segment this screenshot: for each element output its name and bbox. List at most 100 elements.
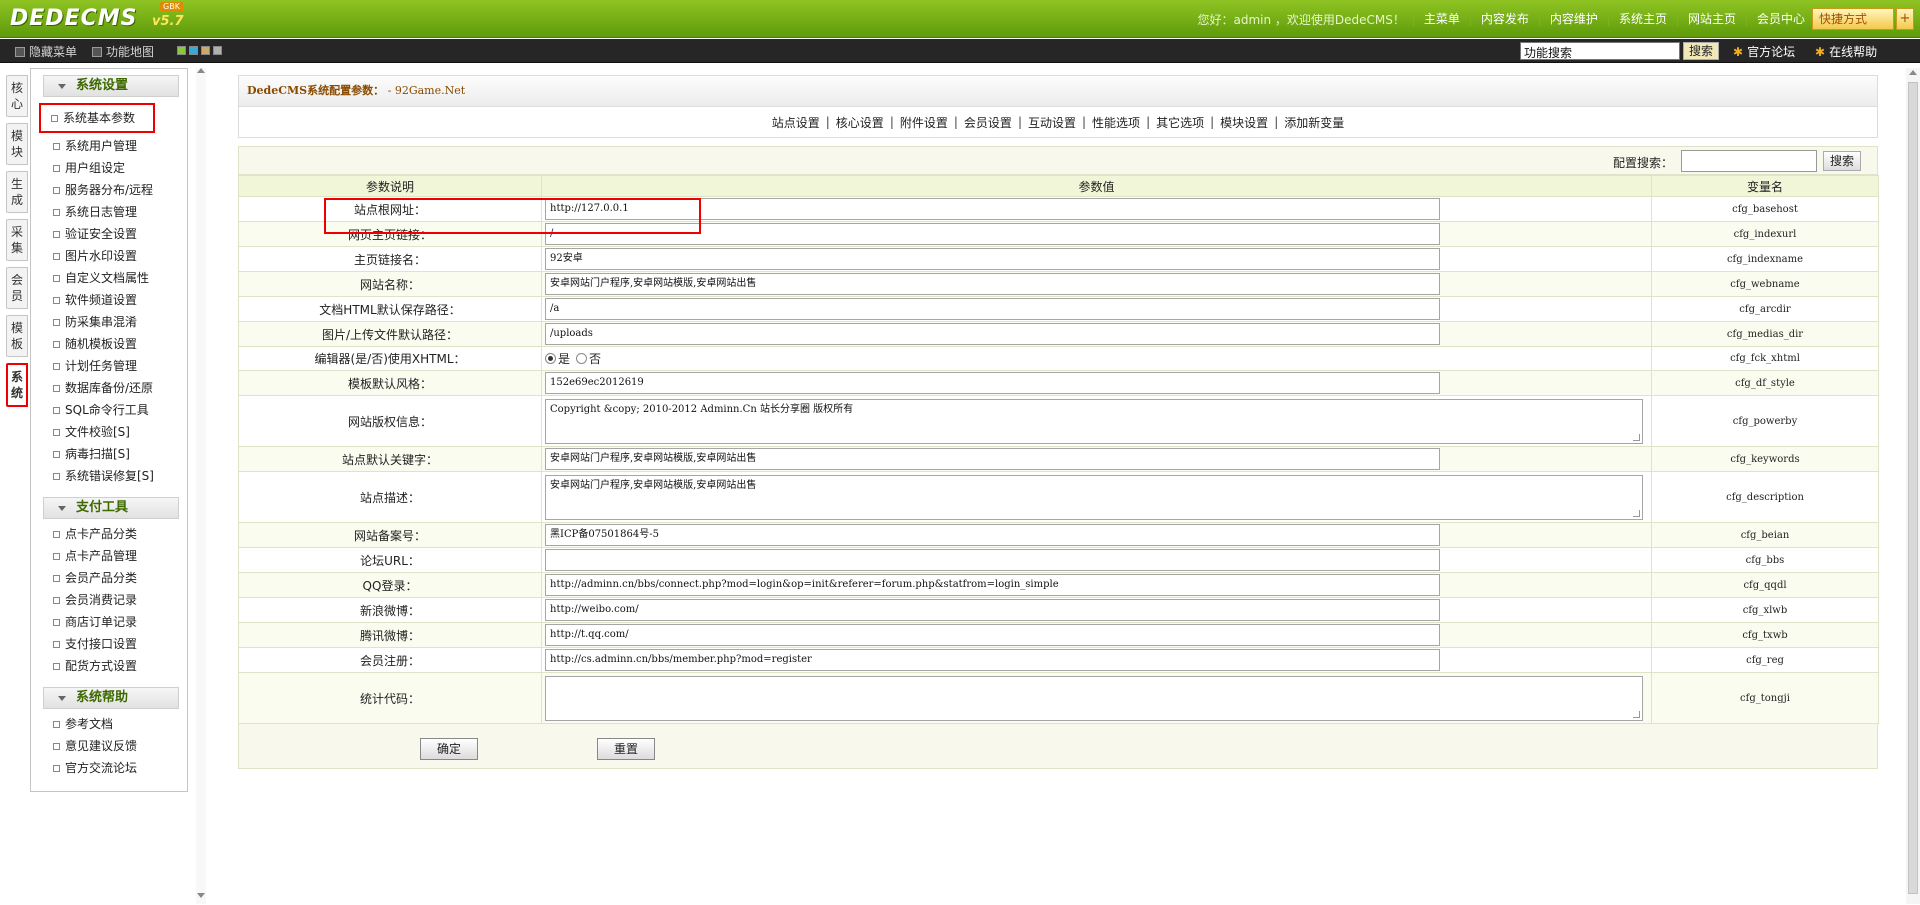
param-input[interactable]: 92安卓 (545, 248, 1440, 270)
config-tab[interactable]: 性能选项 (1086, 114, 1146, 131)
greeting-text: 您好：admin ，欢迎使用DedeCMS！ (1197, 12, 1405, 27)
nav-member-center[interactable]: 会员中心 (1745, 12, 1815, 26)
param-input[interactable] (545, 549, 1440, 571)
vtab-template[interactable]: 模板 (6, 315, 28, 357)
menu-item[interactable]: 系统用户管理 (31, 135, 187, 157)
function-search-input[interactable]: 功能搜索 (1520, 42, 1680, 60)
menu-section-system-help[interactable]: 系统帮助 (43, 687, 179, 709)
menu-item[interactable]: 软件频道设置 (31, 289, 187, 311)
param-input[interactable]: /uploads (545, 323, 1440, 345)
version-label: v5.7 (152, 14, 184, 29)
param-value-cell: / (541, 221, 1652, 247)
vtab-system[interactable]: 系统 (6, 363, 28, 407)
config-search-button[interactable]: 搜索 (1823, 151, 1861, 171)
hide-menu-button[interactable]: 隐藏菜单 (15, 43, 77, 60)
config-tab[interactable]: 会员设置 (958, 114, 1018, 131)
config-tab[interactable]: 添加新变量 (1278, 114, 1350, 131)
menu-item[interactable]: 随机模板设置 (31, 333, 187, 355)
param-input[interactable]: http://adminn.cn/bbs/connect.php?mod=log… (545, 574, 1440, 596)
nav-site-home[interactable]: 网站主页 (1676, 12, 1746, 26)
vtab-module[interactable]: 模块 (6, 123, 28, 165)
param-input[interactable]: /a (545, 298, 1440, 320)
menu-item[interactable]: 用户组设定 (31, 157, 187, 179)
menu-item[interactable]: 配货方式设置 (31, 655, 187, 677)
menu-item[interactable]: 官方交流论坛 (31, 757, 187, 779)
menu-item[interactable]: 会员产品分类 (31, 567, 187, 589)
radio-button-icon[interactable] (545, 353, 556, 364)
nav-system-home[interactable]: 系统主页 (1607, 12, 1677, 26)
param-input[interactable]: http://weibo.com/ (545, 599, 1440, 621)
param-input[interactable]: 黑ICP备07501864号-5 (545, 524, 1440, 546)
param-label: 统计代码： (238, 672, 542, 724)
quick-add-button[interactable]: + (1896, 8, 1914, 30)
function-search-button[interactable]: 搜索 (1683, 42, 1719, 60)
menu-item[interactable]: 支付接口设置 (31, 633, 187, 655)
confirm-button[interactable]: 确定 (420, 738, 478, 760)
scroll-down-icon[interactable] (197, 893, 205, 898)
menu-item[interactable]: 验证安全设置 (31, 223, 187, 245)
config-tab[interactable]: 模块设置 (1214, 114, 1274, 131)
menu-item[interactable]: 意见建议反馈 (31, 735, 187, 757)
param-textarea[interactable]: Copyright &copy; 2010-2012 Adminn.Cn 站长分… (545, 398, 1643, 444)
config-tab[interactable]: 附件设置 (894, 114, 954, 131)
param-input[interactable]: 152e69ec2012619 (545, 372, 1440, 394)
function-map-button[interactable]: 功能地图 (92, 43, 154, 60)
vtab-member[interactable]: 会员 (6, 267, 28, 309)
skin-swatch-gray[interactable] (213, 46, 222, 55)
menu-item[interactable]: 病毒扫描[S] (31, 443, 187, 465)
param-textarea[interactable]: 安卓网站门户程序,安卓网站模版,安卓网站出售 (545, 474, 1643, 520)
param-input[interactable]: http://t.qq.com/ (545, 624, 1440, 646)
config-tab[interactable]: 站点设置 (766, 114, 826, 131)
menu-item[interactable]: 数据库备份/还原 (31, 377, 187, 399)
config-tab[interactable]: 其它选项 (1150, 114, 1210, 131)
param-input[interactable]: 安卓网站门户程序,安卓网站模版,安卓网站出售 (545, 273, 1440, 295)
radio-button-icon[interactable] (576, 353, 588, 364)
menu-item[interactable]: 点卡产品分类 (31, 523, 187, 545)
param-input[interactable]: 安卓网站门户程序,安卓网站模版,安卓网站出售 (545, 448, 1440, 470)
online-help-link[interactable]: ✱ 在线帮助 (1815, 43, 1877, 60)
official-forum-link[interactable]: ✱ 官方论坛 (1733, 43, 1795, 60)
menu-item[interactable]: 文件校验[S] (31, 421, 187, 443)
param-input[interactable]: / (545, 223, 1440, 245)
xhtml-radio-option[interactable]: 是 (545, 350, 570, 367)
menu-item[interactable]: 参考文档 (31, 713, 187, 735)
menu-item[interactable]: 服务器分布/远程 (31, 179, 187, 201)
quick-menu-button[interactable]: 快捷方式 (1812, 8, 1894, 30)
menu-item[interactable]: 计划任务管理 (31, 355, 187, 377)
skin-swatch-blue[interactable] (189, 46, 198, 55)
menu-item[interactable]: 自定义文档属性 (31, 267, 187, 289)
menu-item[interactable]: 防采集串混淆 (31, 311, 187, 333)
menu-item[interactable]: 图片水印设置 (31, 245, 187, 267)
vtab-generate[interactable]: 生成 (6, 171, 28, 213)
page-scroll-thumb[interactable] (1908, 82, 1918, 894)
vtab-collect[interactable]: 采集 (6, 219, 28, 261)
menu-item[interactable]: 系统日志管理 (31, 201, 187, 223)
nav-main-menu[interactable]: 主菜单 (1412, 12, 1470, 26)
param-input[interactable]: http://127.0.0.1 (545, 198, 1440, 220)
menu-section-payment-tools[interactable]: 支付工具 (43, 497, 179, 519)
menu-scrollbar[interactable] (196, 68, 206, 904)
page-scroll-up-icon[interactable] (1909, 70, 1917, 75)
config-search-input[interactable] (1681, 150, 1817, 172)
vtab-core[interactable]: 核心 (6, 75, 28, 117)
menu-item[interactable]: 商店订单记录 (31, 611, 187, 633)
menu-item-basic-params[interactable]: 系统基本参数 (39, 103, 155, 133)
nav-content-maintain[interactable]: 内容维护 (1538, 12, 1608, 26)
reset-button[interactable]: 重置 (597, 738, 655, 760)
config-tab[interactable]: 互动设置 (1022, 114, 1082, 131)
menu-item[interactable]: 点卡产品管理 (31, 545, 187, 567)
menu-item[interactable]: 会员消费记录 (31, 589, 187, 611)
nav-content-publish[interactable]: 内容发布 (1469, 12, 1539, 26)
menu-item[interactable]: SQL命令行工具 (31, 399, 187, 421)
param-textarea[interactable] (545, 675, 1643, 721)
menu-item[interactable]: 系统错误修复[S] (31, 465, 187, 487)
skin-swatch-green[interactable] (177, 46, 186, 55)
skin-swatch-tan[interactable] (201, 46, 210, 55)
scroll-up-icon[interactable] (197, 68, 205, 73)
page-scrollbar[interactable] (1906, 68, 1920, 904)
xhtml-radio-option[interactable]: 否 (576, 350, 601, 367)
config-tab[interactable]: 核心设置 (830, 114, 890, 131)
param-input[interactable]: http://cs.adminn.cn/bbs/member.php?mod=r… (545, 649, 1440, 671)
menu-section-system-settings[interactable]: 系统设置 (43, 75, 179, 97)
sub-toolbar: 隐藏菜单 功能地图 功能搜索 搜索 ✱ 官方论坛 ✱ 在线帮助 (0, 39, 1920, 63)
